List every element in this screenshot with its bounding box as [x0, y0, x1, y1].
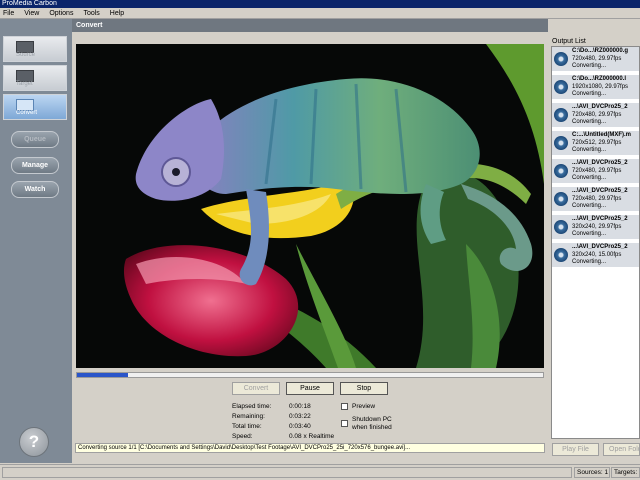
output-item[interactable]: ...\AVI_DVCPro25_2 720x480, 29.97fps Con…	[552, 103, 639, 128]
play-file-button[interactable]: Play File	[552, 443, 599, 456]
total-time-value: 0:03:40	[289, 423, 311, 430]
menu-bar: File View Options Tools Help	[0, 8, 640, 19]
sources-count: Sources: 1	[574, 467, 610, 478]
status-bar-main	[2, 467, 572, 478]
output-item[interactable]: ...\AVI_DVCPro25_2 720x480, 29.97fps Con…	[552, 187, 639, 212]
menu-tools[interactable]: Tools	[83, 10, 99, 17]
status-bar: Sources: 1 Targets: 8	[0, 464, 640, 480]
output-item-status: Converting...	[572, 231, 607, 237]
sidebar-tab-convert[interactable]: Convert	[3, 94, 67, 120]
output-item-name: ...\AVI_DVCPro25_2	[572, 244, 628, 250]
remaining-label: Remaining:	[232, 413, 265, 420]
window-title-bar: ProMedia Carbon	[0, 0, 640, 8]
output-item[interactable]: ...\AVI_DVCPro25_2 320x240, 29.97fps Con…	[552, 215, 639, 240]
sidebar-tab-source-label: Source	[16, 52, 36, 58]
menu-help[interactable]: Help	[110, 10, 124, 17]
output-item-name: ...\AVI_DVCPro25_2	[572, 104, 628, 110]
output-item-info: 1920x1080, 29.97fps	[572, 84, 629, 90]
total-time-label: Total time:	[232, 423, 262, 430]
convert-button[interactable]: Convert	[232, 382, 280, 395]
disc-icon	[554, 164, 568, 178]
help-button[interactable]: ?	[19, 427, 49, 457]
sidebar-tab-convert-label: Convert	[16, 110, 38, 116]
disc-icon	[554, 220, 568, 234]
disc-icon	[554, 52, 568, 66]
sidebar-tab-source[interactable]: Source	[3, 36, 67, 62]
preview-checkbox[interactable]	[341, 403, 348, 410]
disc-icon	[554, 248, 568, 262]
remaining-value: 0:03:22	[289, 413, 311, 420]
shutdown-checkbox[interactable]	[341, 420, 348, 427]
output-item-info: 720x512, 29.97fps	[572, 140, 622, 146]
menu-options[interactable]: Options	[49, 10, 73, 17]
output-item[interactable]: ...\AVI_DVCPro25_2 320x240, 15.00fps Con…	[552, 243, 639, 268]
sidebar: Source Target Convert Queue Manage Watch	[0, 19, 72, 463]
output-item-name: ...\AVI_DVCPro25_2	[572, 160, 628, 166]
queue-button[interactable]: Queue	[11, 131, 59, 148]
speed-label: Speed:	[232, 433, 253, 440]
output-item[interactable]: C:\Do...\RZ000000.l 1920x1080, 29.97fps …	[552, 75, 639, 100]
disc-icon	[554, 136, 568, 150]
targets-count: Targets: 8	[611, 467, 640, 478]
output-list: C:\Do...\RZ000000.g 720x480, 29.97fps Co…	[551, 46, 640, 439]
output-item-status: Converting...	[572, 175, 607, 181]
output-item-name: C:\Do...\RZ000000.l	[572, 76, 627, 82]
shutdown-label-line1: Shutdown PC	[352, 416, 392, 423]
manage-button[interactable]: Manage	[11, 157, 59, 174]
output-item-status: Converting...	[572, 119, 607, 125]
output-item[interactable]: ...\AVI_DVCPro25_2 720x480, 29.97fps Con…	[552, 159, 639, 184]
video-preview	[76, 44, 544, 368]
output-item-status: Converting...	[572, 63, 607, 69]
menu-file[interactable]: File	[3, 10, 14, 17]
output-list-title: Output List	[552, 38, 586, 45]
sidebar-tab-target-label: Target	[16, 81, 33, 87]
output-item-info: 720x480, 29.97fps	[572, 112, 622, 118]
shutdown-label-line2: when finished	[352, 424, 392, 431]
window-title: ProMedia Carbon	[2, 0, 57, 7]
section-header: Convert	[72, 19, 548, 32]
disc-icon	[554, 80, 568, 94]
section-title: Convert	[76, 22, 103, 29]
help-icon: ?	[28, 432, 40, 451]
sidebar-tab-target[interactable]: Target	[3, 65, 67, 91]
pause-button[interactable]: Pause	[286, 382, 334, 395]
elapsed-time-label: Elapsed time:	[232, 403, 272, 410]
watch-button[interactable]: Watch	[11, 181, 59, 198]
output-item-status: Converting...	[572, 147, 607, 153]
conversion-status-text: Converting source 1/1 [C:\Documents and …	[78, 445, 411, 451]
output-item-info: 320x240, 15.00fps	[572, 252, 622, 258]
output-item-name: ...\AVI_DVCPro25_2	[572, 188, 628, 194]
disc-icon	[554, 108, 568, 122]
menu-view[interactable]: View	[24, 10, 39, 17]
output-item-status: Converting...	[572, 203, 607, 209]
output-item-status: Converting...	[572, 259, 607, 265]
output-item-info: 320x240, 29.97fps	[572, 224, 622, 230]
output-item-info: 720x480, 29.97fps	[572, 168, 622, 174]
preview-checkbox-label: Preview	[352, 403, 376, 410]
stop-button[interactable]: Stop	[340, 382, 388, 395]
progress-fill	[77, 373, 129, 377]
preview-frame-image	[76, 44, 544, 368]
output-item[interactable]: C:\Do...\RZ000000.g 720x480, 29.97fps Co…	[552, 47, 639, 72]
conversion-progress-bar	[76, 372, 544, 378]
output-item[interactable]: C:...\Untitled(MXF).m 720x512, 29.97fps …	[552, 131, 639, 156]
disc-icon	[554, 192, 568, 206]
conversion-status-line: Converting source 1/1 [C:\Documents and …	[75, 443, 545, 453]
speed-value: 0.08 x Realtime	[289, 433, 335, 440]
output-item-status: Converting...	[572, 91, 607, 97]
open-folder-button[interactable]: Open Folder	[603, 443, 640, 456]
output-item-name: C:...\Untitled(MXF).m	[572, 132, 631, 138]
output-item-name: C:\Do...\RZ000000.g	[572, 48, 629, 54]
output-item-name: ...\AVI_DVCPro25_2	[572, 216, 628, 222]
output-item-info: 720x480, 29.97fps	[572, 196, 622, 202]
elapsed-time-value: 0:00:18	[289, 403, 311, 410]
output-item-info: 720x480, 29.97fps	[572, 56, 622, 62]
